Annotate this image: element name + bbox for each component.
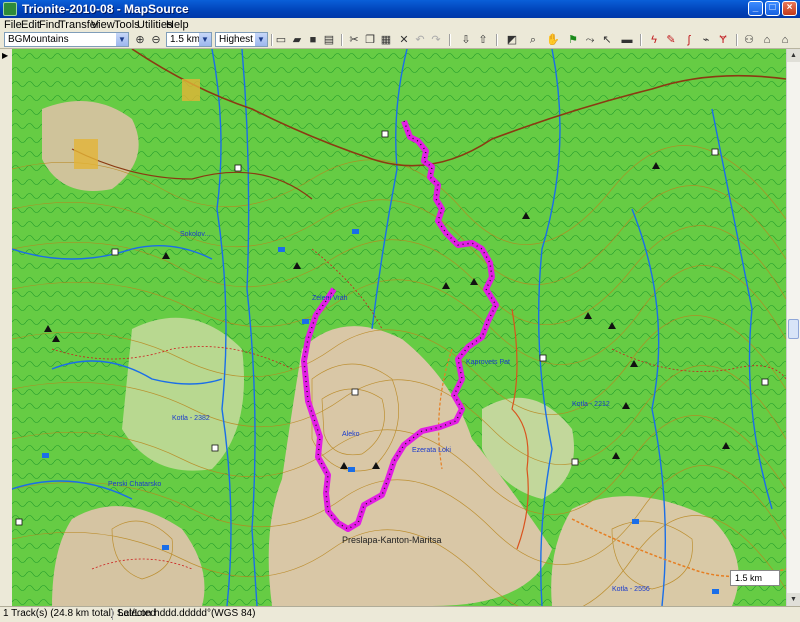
map-view[interactable]: Preslapa-Kanton-Maritsa Sokolov... Kotla…: [12, 49, 786, 606]
track-split-icon[interactable]: Ɏ: [716, 33, 730, 47]
paste-icon[interactable]: ▦: [379, 33, 393, 47]
map-label: Kotla - 2556: [612, 586, 650, 593]
detail-select-value: Highest: [219, 34, 253, 45]
zoom-in-icon[interactable]: ⊕: [133, 33, 147, 47]
vertical-scrollbar[interactable]: ▲ ▼: [786, 49, 800, 606]
menu-view[interactable]: View: [91, 18, 115, 32]
receive-from-device-icon[interactable]: ⇩: [459, 33, 473, 47]
menu-edit[interactable]: Edit: [21, 18, 40, 32]
undo-icon[interactable]: ↶: [413, 33, 427, 47]
chevron-down-icon: ▼: [116, 33, 128, 46]
cut-icon[interactable]: ✂: [347, 33, 361, 47]
toolbar-separator: [449, 34, 451, 46]
save-icon[interactable]: ■: [306, 33, 320, 47]
zoom-tool-icon[interactable]: ⌕: [526, 33, 540, 47]
send-to-device-icon[interactable]: ⇧: [476, 33, 490, 47]
new-file-icon[interactable]: ▭: [274, 33, 288, 47]
zoom-select-value: 1.5 km: [170, 34, 201, 45]
track-draw-icon[interactable]: ✎: [664, 33, 678, 47]
find-places-icon[interactable]: ⌂: [760, 33, 774, 47]
copy-icon[interactable]: ❐: [363, 33, 377, 47]
menu-bar: File Edit Find Transfer View Tools Utili…: [0, 18, 800, 32]
map-label: Preslapa-Kanton-Maritsa: [342, 535, 442, 545]
map-label: Perski Chatarsko: [108, 481, 162, 488]
find-icon[interactable]: ⚇: [742, 33, 756, 47]
map-label: Kaprovets Pat: [466, 359, 510, 366]
minimize-button[interactable]: _: [748, 1, 763, 16]
map-label: Zeleni Vrah: [312, 295, 348, 302]
find-recent-icon[interactable]: ⌂: [778, 33, 792, 47]
toolbar-separator: [496, 34, 498, 46]
detail-select[interactable]: Highest ▼: [215, 32, 268, 47]
scale-label: 1.5 km: [735, 573, 763, 583]
map-canvas[interactable]: [12, 49, 786, 606]
status-coord-format: Lat/Lon hddd.ddddd°(WGS 84): [118, 608, 256, 619]
scale-indicator: 1.5 km: [730, 570, 780, 586]
track-filter-icon[interactable]: ʃ: [682, 33, 696, 47]
product-select-value: BGMountains: [8, 34, 69, 45]
track-join-icon[interactable]: ⌁: [699, 33, 713, 47]
track-tool-icon[interactable]: ϟ: [647, 33, 661, 47]
toolbar: BGMountains ▼ ⊕ ⊖ 1.5 km ▼ Highest ▼ ▭ ▰…: [0, 32, 800, 49]
redo-icon[interactable]: ↷: [429, 33, 443, 47]
map-label: Kotla - 2212: [572, 401, 610, 408]
status-divider: [112, 609, 113, 620]
menu-help[interactable]: Help: [166, 18, 189, 32]
menu-file[interactable]: File: [4, 18, 22, 32]
title-bar: Trionite-2010-08 - MapSource _ □ ×: [0, 0, 800, 18]
status-bar: 1 Track(s) (24.8 km total) Selected Lat/…: [0, 606, 800, 622]
toolbar-separator: [341, 34, 343, 46]
route-tool-icon[interactable]: ⤳: [583, 33, 597, 47]
menu-find[interactable]: Find: [39, 18, 60, 32]
open-folder-icon[interactable]: ▰: [290, 33, 304, 47]
delete-icon[interactable]: ✕: [397, 33, 411, 47]
map-label: Ezerata Loki: [412, 447, 451, 454]
map-label: Sokolov...: [180, 231, 211, 238]
expand-arrow-icon: ▶: [2, 51, 9, 60]
select-tool-icon[interactable]: ↖: [600, 33, 614, 47]
close-button[interactable]: ×: [782, 1, 797, 16]
chevron-down-icon: ▼: [199, 33, 211, 46]
app-icon: [3, 2, 17, 16]
zoom-out-icon[interactable]: ⊖: [149, 33, 163, 47]
print-icon[interactable]: ▤: [322, 33, 336, 47]
toolbar-separator: [271, 34, 273, 46]
chevron-down-icon: ▼: [255, 33, 267, 46]
measure-tool-icon[interactable]: ▬: [620, 33, 634, 47]
product-select[interactable]: BGMountains ▼: [4, 32, 129, 47]
map-tool-icon[interactable]: ◩: [505, 33, 519, 47]
toolbar-separator: [640, 34, 642, 46]
toolbar-separator: [736, 34, 738, 46]
window-title: Trionite-2010-08 - MapSource: [22, 2, 189, 16]
scroll-down-icon[interactable]: ▼: [787, 593, 800, 606]
scroll-thumb[interactable]: [788, 319, 799, 339]
maximize-button[interactable]: □: [765, 1, 780, 16]
scroll-up-icon[interactable]: ▲: [787, 49, 800, 62]
zoom-select[interactable]: 1.5 km ▼: [166, 32, 212, 47]
hand-tool-icon[interactable]: ✋: [546, 33, 560, 47]
map-label: Aleko: [342, 431, 360, 438]
waypoint-tool-icon[interactable]: ⚑: [566, 33, 580, 47]
menu-tools[interactable]: Tools: [114, 18, 140, 32]
map-label: Kotla - 2382: [172, 415, 210, 422]
